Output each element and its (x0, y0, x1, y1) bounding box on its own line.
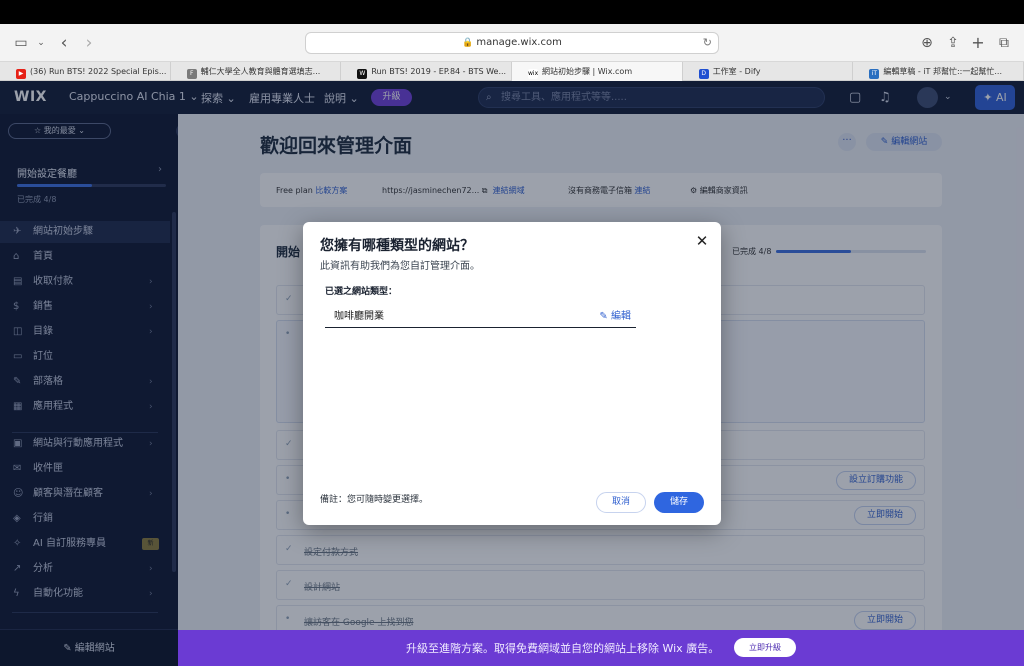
browser-tab-label: 工作室 - Dify (712, 67, 761, 76)
system-top-bar (0, 0, 1024, 24)
chevron-down-icon[interactable]: ⌄ (32, 34, 50, 52)
browser-tab-label: Run BTS! 2019 - EP.84 - BTS We... (371, 67, 507, 76)
address-bar[interactable]: 🔒 manage.wix.com ↻ (305, 32, 719, 54)
upgrade-now-button[interactable]: 立即升級 (734, 638, 796, 657)
selected-type-value: 咖啡廳開業 (334, 311, 384, 322)
browser-tab[interactable]: W Run BTS! 2019 - EP.84 - BTS We... (341, 62, 513, 81)
tab-overview-icon[interactable]: ⧉ (995, 34, 1013, 52)
share-icon[interactable]: ⇪ (944, 34, 962, 52)
browser-tab-label: 編輯草稿 - iT 邦幫忙::一起幫忙... (883, 67, 1003, 76)
close-icon[interactable]: ✕ (694, 233, 710, 249)
favicon-icon: iT (869, 69, 880, 79)
download-icon[interactable]: ⊕ (918, 34, 936, 52)
selected-type-label: 已選之網站類型： (325, 287, 398, 297)
save-button[interactable]: 儲存 (654, 492, 704, 513)
browser-tab-label: (36) Run BTS! 2022 Special Epis... (30, 67, 167, 76)
favicon-icon: W (357, 69, 368, 79)
cancel-button[interactable]: 取消 (596, 492, 646, 513)
edit-type-button[interactable]: ✎ 編輯 (599, 307, 631, 322)
browser-toolbar: ▭ ⌄ ‹ › 🔒 manage.wix.com ↻ ⊕ ⇪ + ⧉ (0, 24, 1024, 62)
pencil-icon: ✎ (599, 311, 608, 322)
url-text: manage.wix.com (476, 37, 562, 48)
lock-icon: 🔒 (462, 38, 474, 48)
upgrade-banner-text: 升級至進階方案。取得免費網域並自您的網站上移除 Wix 廣告。 (406, 642, 720, 655)
forward-icon[interactable]: › (80, 34, 98, 52)
upgrade-banner: 升級至進階方案。取得免費網域並自您的網站上移除 Wix 廣告。 立即升級 (178, 630, 1024, 666)
dialog-note: 備註：您可隨時變更選擇。 (320, 495, 429, 505)
dialog-subtitle: 此資訊有助我們為您自訂管理介面。 (320, 261, 480, 272)
reload-icon[interactable]: ↻ (703, 33, 712, 53)
site-type-dialog: 您擁有哪種類型的網站？ 此資訊有助我們為您自訂管理介面。 ✕ 已選之網站類型： … (303, 222, 721, 525)
browser-tab[interactable]: iT 編輯草稿 - iT 邦幫忙::一起幫忙... (853, 62, 1024, 81)
selected-type-field: 咖啡廳開業 ✎ 編輯 (325, 301, 636, 328)
browser-tab[interactable]: ▶ (36) Run BTS! 2022 Special Epis... (0, 62, 171, 81)
dialog-title: 您擁有哪種類型的網站？ (320, 238, 474, 254)
browser-tab[interactable]: D 工作室 - Dify (683, 62, 854, 81)
favicon-icon: wix (528, 69, 539, 79)
new-tab-icon[interactable]: + (969, 34, 987, 52)
browser-tab-label: 網站初始步驟 | Wix.com (542, 67, 633, 76)
back-icon[interactable]: ‹ (55, 34, 73, 52)
favicon-icon: F (186, 69, 197, 79)
browser-tab-label: 輔仁大學全人教育與體育選填志... (200, 67, 321, 76)
browser-tab[interactable]: wix 網站初始步驟 | Wix.com (512, 62, 683, 81)
browser-tab[interactable]: F 輔仁大學全人教育與體育選填志... (171, 62, 342, 81)
browser-tab-strip: ▶ (36) Run BTS! 2022 Special Epis... F 輔仁大學… (0, 62, 1024, 81)
favicon-icon: D (698, 69, 709, 79)
sidebar-toggle-icon[interactable]: ▭ (12, 34, 30, 52)
favicon-icon: ▶ (16, 69, 26, 79)
